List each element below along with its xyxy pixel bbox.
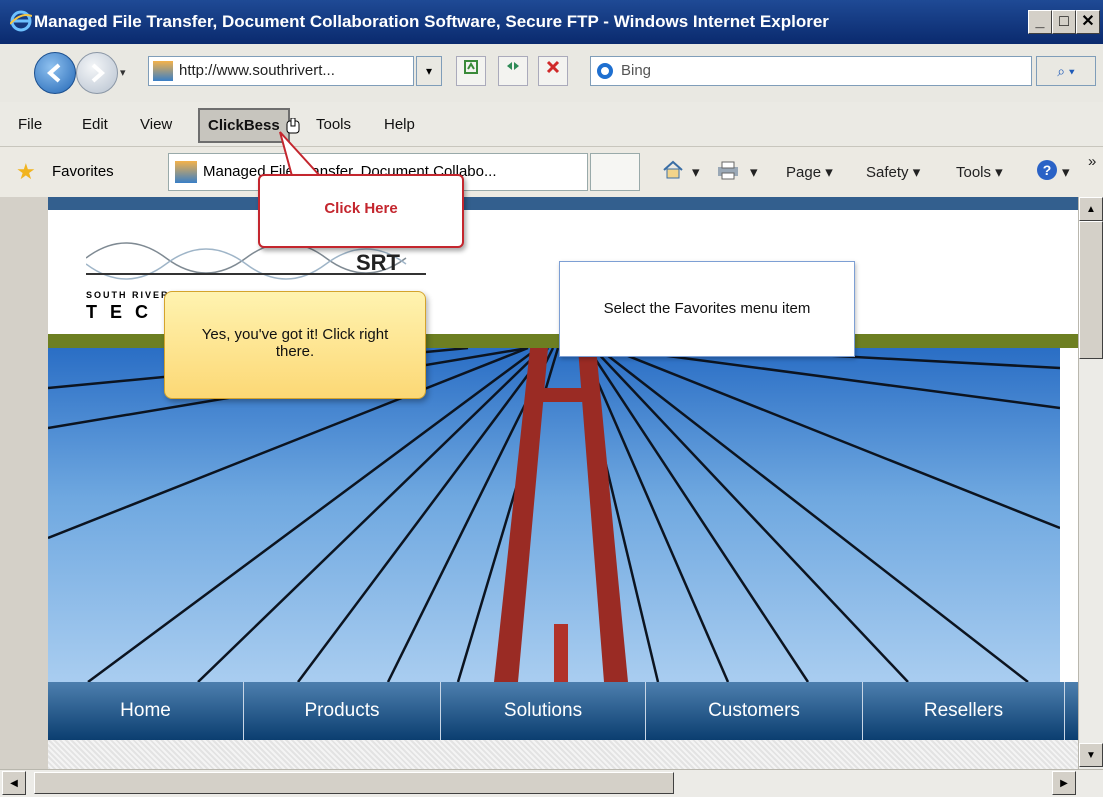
top-stripe — [48, 197, 1078, 210]
instruction-hint: Select the Favorites menu item — [559, 261, 855, 357]
tab-favicon-icon — [175, 161, 197, 183]
site-navigation: Home Products Solutions Customers Resell… — [48, 682, 1078, 740]
favorites-star-icon[interactable]: ★ — [16, 161, 36, 183]
logo-large-text: T E C — [86, 302, 153, 322]
horizontal-scroll-thumb[interactable] — [34, 772, 674, 794]
success-tooltip: Yes, you've got it! Click right there. — [164, 291, 426, 399]
nav-home[interactable]: Home — [48, 682, 244, 740]
nav-resellers[interactable]: Resellers — [863, 682, 1065, 740]
menu-edit[interactable]: Edit — [82, 116, 108, 133]
scroll-right-icon[interactable]: ▶ — [1052, 771, 1076, 795]
print-icon[interactable] — [716, 160, 740, 180]
url-text: http://www.southrivert... — [179, 62, 335, 79]
new-tab-button[interactable] — [590, 153, 640, 191]
logo-small-text: SOUTH RIVER — [86, 290, 170, 300]
back-button[interactable] — [34, 52, 76, 94]
back-arrow-icon — [46, 63, 61, 83]
click-here-callout: Click Here — [258, 174, 464, 248]
forward-arrow-icon — [91, 63, 106, 83]
callout-pointer-icon — [279, 131, 323, 177]
help-icon[interactable]: ? — [1036, 159, 1058, 181]
forward-button[interactable] — [76, 52, 118, 94]
vertical-scroll-thumb[interactable] — [1079, 221, 1103, 359]
click-here-text: Click Here — [324, 200, 398, 217]
scroll-up-icon[interactable]: ▲ — [1079, 197, 1103, 221]
tools-menu[interactable]: Tools ▾ — [956, 163, 1003, 181]
address-dropdown-button[interactable]: ▾ — [416, 56, 442, 86]
bing-icon — [597, 63, 613, 79]
maximize-button[interactable]: □ — [1052, 10, 1076, 34]
horizontal-scrollbar[interactable]: ◀ ▶ — [0, 769, 1103, 797]
site-favicon-icon — [153, 61, 173, 81]
nav-customers[interactable]: Customers — [646, 682, 863, 740]
menu-help[interactable]: Help — [384, 116, 415, 133]
success-tooltip-text: Yes, you've got it! Click right there. — [201, 326, 389, 360]
menu-file[interactable]: File — [18, 116, 42, 133]
search-input[interactable]: Bing — [590, 56, 1032, 86]
page-menu[interactable]: Page ▾ — [786, 163, 833, 181]
menu-bar: File Edit View ClickBess Tools Help — [0, 102, 1103, 147]
svg-text:?: ? — [1043, 162, 1052, 178]
safety-menu[interactable]: Safety ▾ — [866, 163, 920, 181]
instruction-text: Select the Favorites menu item — [603, 300, 811, 317]
favorites-button[interactable]: Favorites — [52, 163, 114, 180]
nav-products[interactable]: Products — [244, 682, 441, 740]
more-commands-icon[interactable]: » — [1088, 153, 1096, 170]
vertical-scrollbar[interactable]: ▲ ▼ — [1078, 197, 1103, 769]
address-toolbar: ▾ http://www.southrivert... ▾ Bing ⌕ ▾ — [0, 44, 1103, 102]
nav-solutions[interactable]: Solutions — [441, 682, 646, 740]
content-pattern — [48, 740, 1078, 769]
minimize-button[interactable]: _ — [1028, 10, 1052, 34]
search-placeholder: Bing — [621, 62, 652, 79]
scroll-left-icon[interactable]: ◀ — [2, 771, 26, 795]
compatibility-view-icon[interactable] — [456, 56, 486, 86]
favorites-bar: ★ Favorites Managed File Transfer, Docum… — [0, 147, 1103, 197]
refresh-icon[interactable] — [498, 56, 528, 86]
address-input[interactable]: http://www.southrivert... — [148, 56, 414, 86]
logo-letters: SRT — [356, 250, 401, 275]
window-title: Managed File Transfer, Document Collabor… — [34, 12, 829, 31]
home-icon[interactable] — [662, 159, 684, 181]
page-viewport: SRT SOUTH RIVER T E C Home Products Solu… — [0, 197, 1078, 769]
home-dropdown-icon[interactable]: ▾ — [692, 163, 700, 181]
scroll-down-icon[interactable]: ▼ — [1079, 743, 1103, 767]
internet-explorer-icon — [10, 10, 32, 32]
stop-icon[interactable] — [538, 56, 568, 86]
window-titlebar: Managed File Transfer, Document Collabor… — [0, 0, 1103, 44]
history-dropdown-icon[interactable]: ▾ — [120, 66, 126, 79]
print-dropdown-icon[interactable]: ▾ — [750, 163, 758, 181]
menu-view[interactable]: View — [140, 116, 172, 133]
close-button[interactable]: ✕ — [1076, 10, 1100, 34]
help-dropdown-icon[interactable]: ▾ — [1062, 163, 1070, 181]
search-button[interactable]: ⌕ ▾ — [1036, 56, 1096, 86]
